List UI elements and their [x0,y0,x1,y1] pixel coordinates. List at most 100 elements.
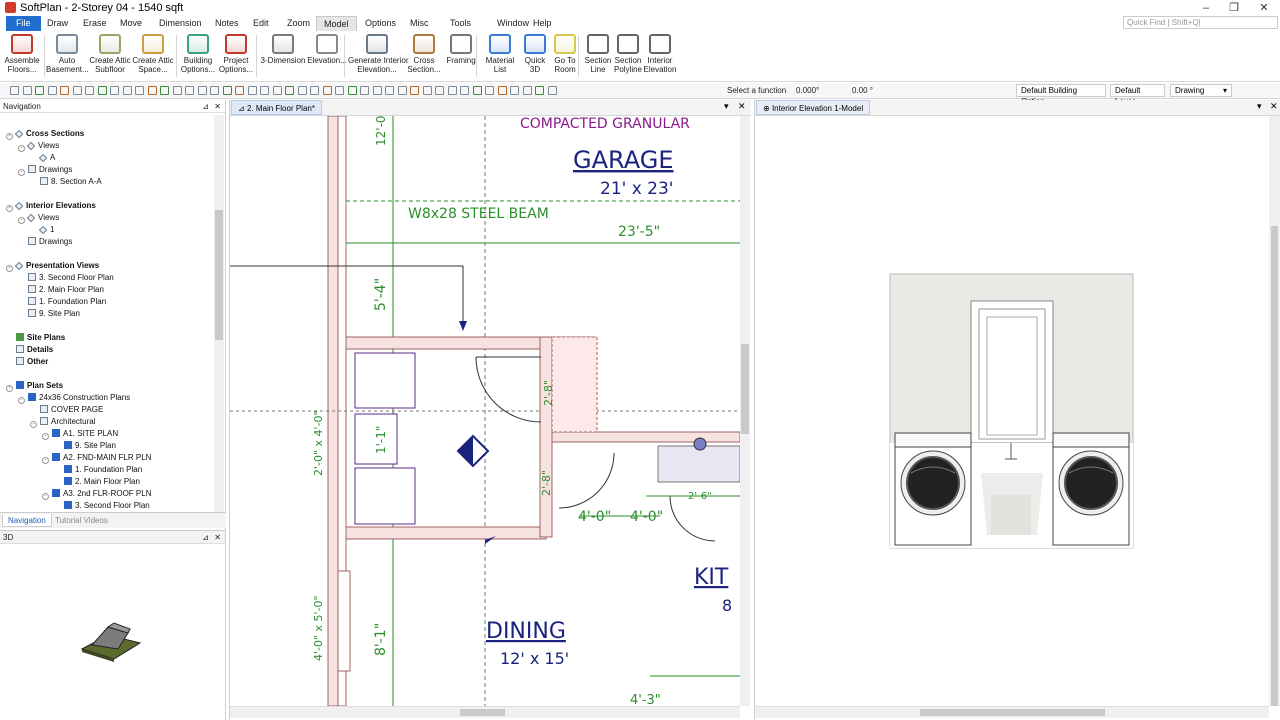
minimize-button[interactable]: – [1192,0,1220,16]
toolbar-tool-icon[interactable] [523,86,532,95]
menu-edit[interactable]: Edit [246,16,276,31]
tree-expander-icon[interactable]: - [42,493,49,500]
ribbon-material-list-button[interactable]: Material List [480,31,520,81]
ribbon-building-options-button[interactable]: Building Options... [178,31,218,81]
menu-erase[interactable]: Erase [76,16,114,31]
tree-item[interactable]: - Plan Sets [6,380,63,392]
pin-icon[interactable]: ⊿ [202,531,209,544]
tree-item[interactable]: 9. Site Plan [54,440,116,451]
toolbar-tool-icon[interactable] [310,86,319,95]
menu-zoom[interactable]: Zoom [280,16,317,31]
tree-item[interactable]: 3. Second Floor Plan [54,500,150,511]
menu-move[interactable]: Move [113,16,149,31]
interior-elevation-render[interactable] [889,273,1135,549]
toolbar-tool-icon[interactable] [123,86,132,95]
menu-options[interactable]: Options [358,16,403,31]
menu-model[interactable]: Model [316,16,357,31]
ribbon-3d-house-button[interactable]: 3-Dimension [260,31,306,81]
toolbar-tool-icon[interactable] [460,86,469,95]
menu-draw[interactable]: Draw [40,16,75,31]
ribbon-section-polyline-button[interactable]: Section Polyline [612,31,644,81]
ribbon-assemble-floors-button[interactable]: Assemble Floors... [2,31,42,81]
angle-readout-1[interactable]: 0.000° [796,85,819,96]
navigation-scroll-thumb[interactable] [215,210,223,340]
close-pane-icon[interactable]: ✕ [214,100,221,113]
tree-item[interactable]: 2. Main Floor Plan [18,284,104,295]
tree-item[interactable]: - A3. 2nd FLR-ROOF PLN [42,488,151,500]
toolbar-tool-icon[interactable] [35,86,44,95]
pin-icon[interactable]: ⊿ [202,100,209,113]
toolbar-tool-icon[interactable] [373,86,382,95]
tab-tutorial-videos[interactable]: Tutorial Videos [50,514,113,527]
tree-item[interactable]: 2. Main Floor Plan [54,476,140,487]
toolbar-tool-icon[interactable] [210,86,219,95]
toolbar-tool-icon[interactable] [335,86,344,95]
3d-model-thumbnail[interactable] [78,621,144,663]
ribbon-attic-space-button[interactable]: Create Attic Space... [130,31,176,81]
menu-file[interactable]: File [6,16,41,31]
tree-item[interactable]: - Architectural [30,416,95,428]
elev-horizontal-scrollbar[interactable] [755,706,1269,718]
close-tab-icon[interactable]: ✕ [1270,101,1278,112]
toolbar-tool-icon[interactable] [298,86,307,95]
tree-expander-icon[interactable]: - [6,265,13,272]
tree-item[interactable]: 1 [30,224,54,235]
tree-item[interactable]: - Drawings [18,164,72,176]
toolbar-tool-icon[interactable] [410,86,419,95]
toolbar-tool-icon[interactable] [510,86,519,95]
tree-expander-icon[interactable]: - [6,133,13,140]
tab-navigation[interactable]: Navigation [2,514,52,527]
tab-main-floor-plan[interactable]: ⊿ 2. Main Floor Plan* [231,100,322,115]
toolbar-tool-icon[interactable] [248,86,257,95]
toolbar-tool-icon[interactable] [160,86,169,95]
tree-item[interactable]: Site Plans [6,332,65,343]
building-option-select[interactable]: Default Building Option [1016,84,1106,106]
tree-item[interactable]: 1. Foundation Plan [18,296,106,307]
toolbar-tool-icon[interactable] [235,86,244,95]
tab-menu-icon[interactable]: ▾ [1257,101,1262,112]
quick-find-input[interactable]: Quick Find | Shift+Q| [1123,16,1278,29]
tree-item[interactable]: 3. Second Floor Plan [18,272,114,283]
tree-item[interactable]: Details [6,344,53,355]
toolbar-tool-icon[interactable] [285,86,294,95]
floor-plan-canvas[interactable]: COMPACTED GRANULAR GARAGE 21' x 23' W8x2… [230,116,740,706]
toolbar-tool-icon[interactable] [423,86,432,95]
toolbar-tool-icon[interactable] [110,86,119,95]
toolbar-tool-icon[interactable] [498,86,507,95]
toolbar-tool-icon[interactable] [198,86,207,95]
toolbar-tool-icon[interactable] [473,86,482,95]
tree-item[interactable]: - Interior Elevations [6,200,96,212]
toolbar-tool-icon[interactable] [398,86,407,95]
tree-expander-icon[interactable]: - [42,433,49,440]
toolbar-tool-icon[interactable] [85,86,94,95]
toolbar-tool-icon[interactable] [260,86,269,95]
toolbar-tool-icon[interactable] [10,86,19,95]
toolbar-tool-icon[interactable] [73,86,82,95]
tab-menu-icon[interactable]: ▾ [724,101,729,112]
tree-item[interactable]: 9. Site Plan [18,308,80,319]
tree-item[interactable]: 8. Section A-A [30,176,102,187]
tree-item[interactable]: - A2. FND-MAIN FLR PLN [42,452,151,464]
ribbon-generate-interior-elevation-button[interactable]: Generate Interior Elevation... [348,31,408,81]
tree-item[interactable]: - 24x36 Construction Plans [18,392,130,404]
menu-misc[interactable]: Misc [403,16,436,31]
toolbar-tool-icon[interactable] [135,86,144,95]
navigation-scrollbar[interactable] [214,115,224,512]
menu-dimension[interactable]: Dimension [152,16,209,31]
ribbon-quick-3d-button[interactable]: Quick 3D [520,31,550,81]
mode-select[interactable]: Drawing ▾ [1170,84,1232,97]
tree-item[interactable]: - Views [18,212,59,224]
toolbar-tool-icon[interactable] [360,86,369,95]
tree-item[interactable]: 1. Foundation Plan [54,464,142,475]
ribbon-section-line-button[interactable]: Section Line [582,31,614,81]
toolbar-tool-icon[interactable] [148,86,157,95]
tree-item[interactable]: COVER PAGE [30,404,103,415]
tree-item[interactable]: - Presentation Views [6,260,99,272]
tree-item[interactable]: - Cross Sections [6,128,84,140]
elev-hscroll-thumb[interactable] [920,709,1105,716]
ribbon-cross-section-button[interactable]: Cross Section... [406,31,442,81]
toolbar-tool-icon[interactable] [23,86,32,95]
close-button[interactable]: ✕ [1250,0,1278,16]
ribbon-auto-basement-button[interactable]: Auto Basement... [46,31,89,81]
plan-hscroll-thumb[interactable] [460,709,505,716]
